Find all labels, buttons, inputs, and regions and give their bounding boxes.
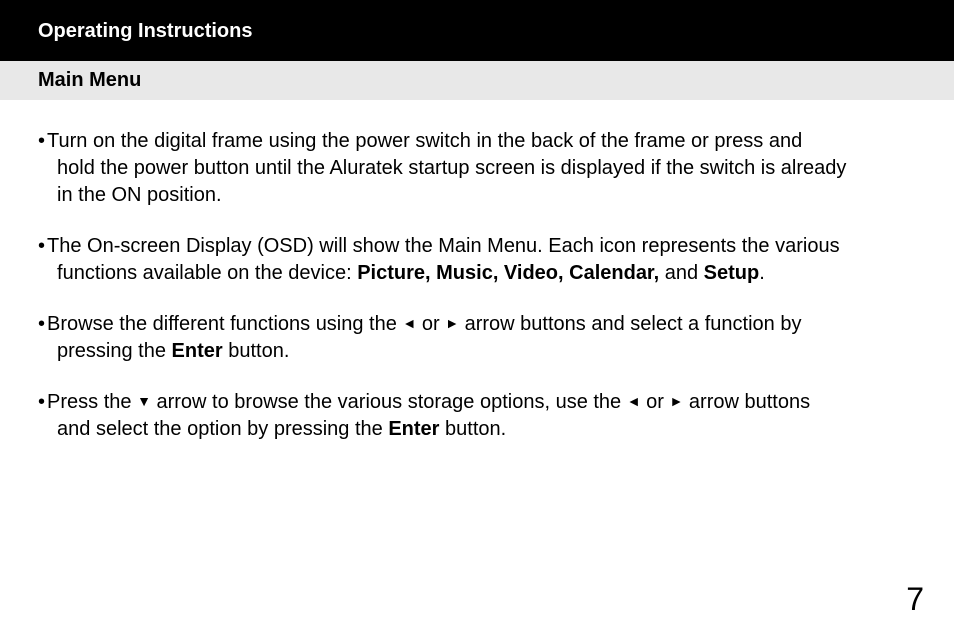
content-area: • Turn on the digital frame using the po…	[0, 100, 954, 443]
down-arrow-icon: ▼	[137, 393, 151, 409]
bullet-marker: •	[38, 311, 45, 365]
bullet-marker: •	[38, 233, 45, 287]
left-arrow-icon: ◄	[627, 393, 641, 409]
page-number: 7	[906, 581, 924, 618]
bullet-text-2: The On-screen Display (OSD) will show th…	[45, 233, 840, 287]
b2-functions-bold: Picture, Music, Video, Calendar,	[357, 262, 659, 284]
b3-enter-bold: Enter	[172, 340, 223, 362]
bullet-marker: •	[38, 128, 45, 209]
b3-post: arrow buttons and select a function by	[459, 313, 801, 335]
b3-line2: pressing the Enter button.	[47, 338, 801, 365]
left-arrow-icon: ◄	[402, 315, 416, 331]
b2-and: and	[659, 262, 703, 284]
bullet-item-4: • Press the ▼ arrow to browse the variou…	[38, 389, 916, 443]
b3-line2-pre: pressing the	[57, 340, 172, 362]
b1-line3: in the ON position.	[47, 182, 846, 209]
bullet-item-2: • The On-screen Display (OSD) will show …	[38, 233, 916, 287]
b1-line2: hold the power button until the Aluratek…	[47, 155, 846, 182]
b4-mid1: arrow to browse the various storage opti…	[151, 391, 627, 413]
bullet-marker: •	[38, 389, 45, 443]
b4-line2-post: button.	[439, 418, 506, 440]
bullet-item-3: • Browse the different functions using t…	[38, 311, 916, 365]
b2-setup-bold: Setup	[704, 262, 760, 284]
b1-line1: Turn on the digital frame using the powe…	[47, 130, 802, 152]
bullet-item-1: • Turn on the digital frame using the po…	[38, 128, 916, 209]
b4-enter-bold: Enter	[388, 418, 439, 440]
b3-mid: or	[416, 313, 445, 335]
bullet-text-1: Turn on the digital frame using the powe…	[45, 128, 846, 209]
b2-period: .	[759, 262, 765, 284]
bullet-text-3: Browse the different functions using the…	[45, 311, 801, 365]
b4-post: arrow buttons	[683, 391, 810, 413]
right-arrow-icon: ►	[670, 393, 684, 409]
b3-pre: Browse the different functions using the	[47, 313, 402, 335]
b3-line2-post: button.	[223, 340, 290, 362]
b4-mid2: or	[641, 391, 670, 413]
bullet-text-4: Press the ▼ arrow to browse the various …	[45, 389, 810, 443]
b4-pre: Press the	[47, 391, 137, 413]
header-title: Operating Instructions	[38, 20, 252, 42]
b2-line1: The On-screen Display (OSD) will show th…	[47, 235, 840, 257]
b4-line2: and select the option by pressing the En…	[47, 416, 810, 443]
right-arrow-icon: ►	[445, 315, 459, 331]
page-header: Operating Instructions	[0, 0, 954, 61]
b4-line2-pre: and select the option by pressing the	[57, 418, 388, 440]
subheader-title: Main Menu	[38, 69, 141, 91]
b2-line2-pre: functions available on the device:	[57, 262, 357, 284]
section-subheader: Main Menu	[0, 61, 954, 100]
b2-line2: functions available on the device: Pictu…	[47, 260, 840, 287]
